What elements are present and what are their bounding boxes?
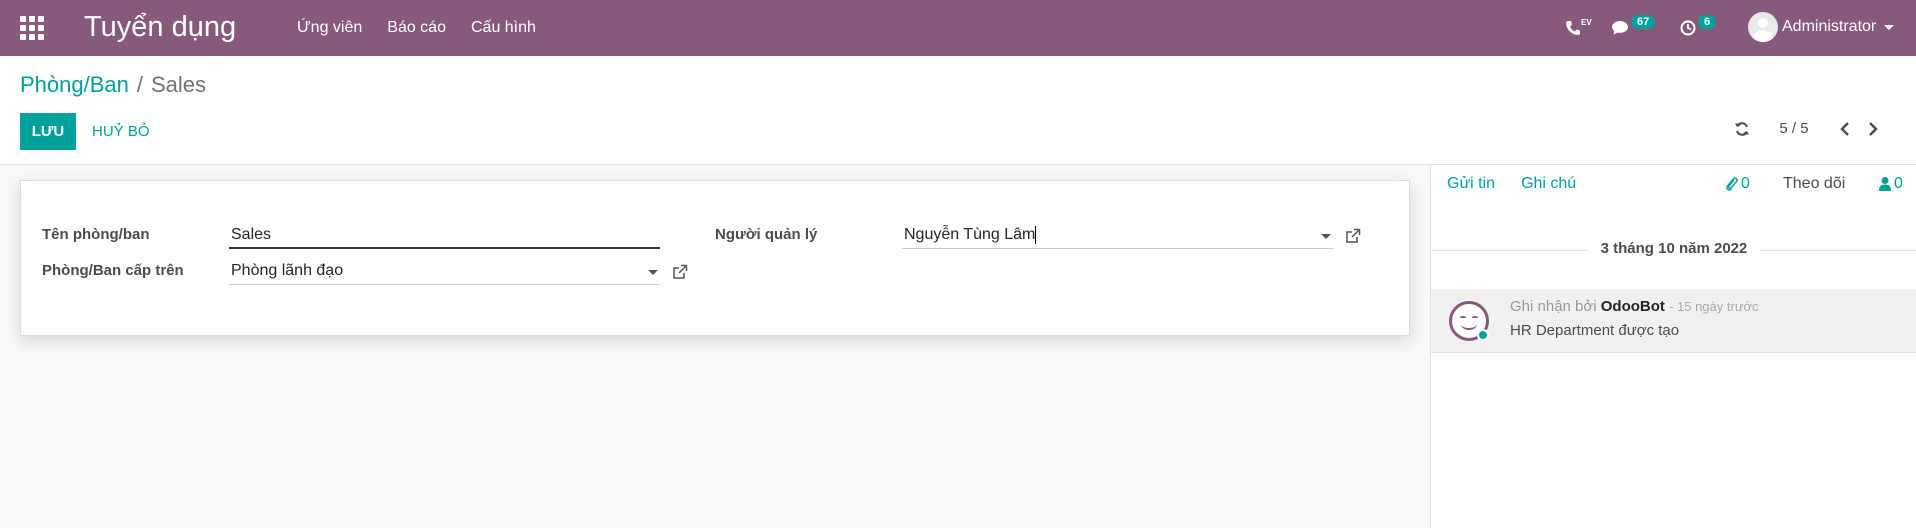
chatter-message: Ghi nhận bởi OdooBot - 15 ngày trước HR … — [1431, 289, 1916, 353]
online-status-icon — [1477, 329, 1489, 341]
message-body: HR Department được tạo — [1510, 322, 1680, 339]
manager-field[interactable]: Nguyễn Tùng Lâm — [902, 223, 1333, 249]
activities-badge: 6 — [1698, 15, 1717, 29]
activities-systray[interactable]: 6 — [1680, 14, 1717, 42]
parent-field[interactable]: Phòng lãnh đạo — [229, 259, 660, 285]
chatter-topbar: Gửi tin Ghi chú — [1447, 175, 1576, 193]
phone-icon — [1566, 21, 1580, 35]
paperclip-icon — [1726, 177, 1738, 191]
pager-value[interactable]: 5 / 5 — [1764, 120, 1824, 137]
form-sheet: Tên phòng/ban Sales Phòng/Ban cấp trên P… — [20, 180, 1410, 336]
breadcrumb-separator: / — [136, 72, 143, 97]
apps-menu-icon[interactable] — [20, 16, 44, 40]
messages-badge: 67 — [1631, 15, 1656, 29]
breadcrumb-parent[interactable]: Phòng/Ban — [20, 72, 129, 97]
manager-value: Nguyễn Tùng Lâm — [904, 226, 1036, 243]
followers-button[interactable]: 0 — [1879, 175, 1903, 193]
breadcrumb: Phòng/Ban / Sales — [20, 71, 206, 99]
refresh-icon[interactable] — [1734, 121, 1750, 137]
save-button[interactable]: LƯU — [20, 113, 76, 150]
control-panel: Phòng/Ban / Sales LƯU HUỶ BỎ 5 / 5 — [0, 56, 1916, 165]
user-name: Administrator — [1782, 18, 1877, 35]
message-prefix: Ghi nhận bởi — [1510, 298, 1597, 315]
message-author[interactable]: OdooBot — [1601, 298, 1665, 315]
chevron-right-icon[interactable] — [1866, 121, 1880, 137]
message-meta: Ghi nhận bởi OdooBot - 15 ngày trước — [1510, 298, 1759, 315]
follow-label: Theo dõi — [1783, 175, 1846, 192]
breadcrumb-current: Sales — [151, 72, 207, 97]
manager-label: Người quản lý — [715, 226, 818, 243]
messaging-systray[interactable]: 67 — [1611, 14, 1656, 42]
top-navbar: Tuyển dụng Ứng viên Báo cáo Cấu hình EV … — [0, 0, 1916, 56]
attachments-button[interactable]: 0 — [1725, 175, 1750, 193]
clock-icon — [1680, 20, 1696, 36]
date-separator: 3 tháng 10 năm 2022 — [1431, 240, 1916, 260]
phone-systray[interactable]: EV — [1565, 14, 1592, 42]
follow-button[interactable]: Theo dõi — [1783, 175, 1845, 193]
caret-down-icon[interactable] — [1321, 234, 1331, 239]
pager: 5 / 5 — [1734, 120, 1880, 137]
date-separator-label: 3 tháng 10 năm 2022 — [1600, 240, 1748, 257]
message-time: - 15 ngày trước — [1669, 299, 1759, 314]
menu-item-reports[interactable]: Báo cáo — [387, 18, 446, 38]
menu-item-applicants[interactable]: Ứng viên — [297, 18, 362, 38]
caret-down-icon — [1884, 24, 1895, 30]
chat-icon — [1612, 21, 1628, 35]
discard-button[interactable]: HUỶ BỎ — [92, 113, 150, 150]
parent-label: Phòng/Ban cấp trên — [42, 262, 184, 279]
text-cursor — [1035, 225, 1037, 244]
chatter: Gửi tin Ghi chú 0 Theo dõi 0 3 tháng 10 … — [1430, 165, 1916, 528]
log-note-button[interactable]: Ghi chú — [1521, 175, 1576, 193]
name-field[interactable]: Sales — [229, 223, 660, 249]
odoobot-avatar — [1449, 301, 1489, 341]
name-label: Tên phòng/ban — [42, 226, 150, 243]
mouth-icon — [1461, 318, 1477, 330]
user-icon — [1879, 177, 1891, 191]
main-menu: Ứng viên Báo cáo Cấu hình — [297, 18, 536, 38]
caret-down-icon[interactable] — [648, 270, 658, 275]
menu-item-configuration[interactable]: Cấu hình — [471, 18, 536, 38]
user-menu[interactable]: Administrator — [1748, 12, 1895, 42]
attachments-count: 0 — [1741, 175, 1750, 192]
phone-label: EV — [1581, 17, 1592, 27]
chevron-left-icon[interactable] — [1838, 121, 1852, 137]
followers-count: 0 — [1894, 175, 1903, 192]
avatar — [1748, 12, 1778, 42]
app-title[interactable]: Tuyển dụng — [84, 10, 236, 44]
send-message-button[interactable]: Gửi tin — [1447, 175, 1495, 193]
external-link-icon[interactable] — [1345, 228, 1361, 244]
external-link-icon[interactable] — [672, 264, 688, 280]
